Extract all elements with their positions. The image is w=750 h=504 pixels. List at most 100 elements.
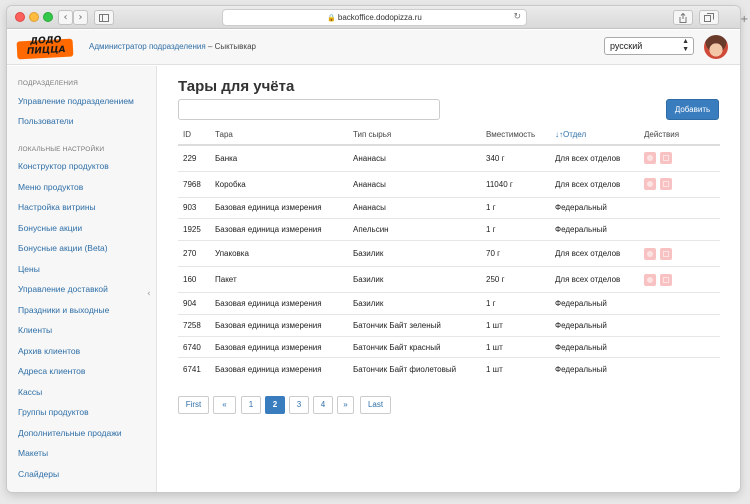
cell-tare: Пакет (210, 266, 348, 293)
cell-capacity: 1 шт (481, 313, 550, 337)
page-next-button[interactable]: » (337, 396, 354, 414)
logo-text: ДОДО ПИЦЦА (19, 35, 74, 58)
cell-tare: Коробка (210, 170, 348, 197)
page-prev-button[interactable]: « (213, 396, 236, 414)
cell-dept: Для всех отделов (550, 240, 639, 267)
tare-table: ID Тара Тип сырья Вместимость ↓↑Отдел Де… (178, 124, 720, 380)
column-header-tare: Тара (210, 124, 348, 146)
sidebar-item-unit-management[interactable]: Управление подразделением (18, 96, 134, 106)
table-row: 7968 Коробка Ананасы 11040 г Для всех отдело… (178, 170, 720, 197)
sidebar-item-users[interactable]: Пользователи (18, 116, 73, 126)
language-select[interactable]: русский ▲ ▼ (604, 37, 694, 55)
cell-dept: Федеральный (550, 313, 639, 337)
address-bar[interactable]: 🔒 backoffice.dodopizza.ru ↻ (222, 9, 527, 26)
table-row: 229 Банка Ананасы 340 г Для всех отделов (178, 144, 720, 171)
sidebar-item-client-archive[interactable]: Архив клиентов (18, 346, 80, 356)
sidebar-section-local-settings: ЛОКАЛЬНЫЕ НАСТРОЙКИ (18, 146, 105, 153)
cell-type: Ананасы (348, 196, 481, 219)
sidebar-item-bonus-beta[interactable]: Бонусные акции (Beta) (18, 243, 108, 253)
cell-capacity: 70 г (481, 240, 550, 267)
table-row: 1925 Базовая единица измерения Апельсин 1 г… (178, 218, 720, 241)
zoom-window-icon[interactable] (43, 12, 53, 22)
sidebar: ПОДРАЗДЕЛЕНИЯ Управление подразделением … (7, 66, 157, 492)
page-first-button[interactable]: First (178, 396, 209, 414)
add-button[interactable]: Добавить (666, 99, 719, 120)
page-title: Тары для учёта (178, 78, 295, 95)
cell-actions (639, 313, 720, 337)
new-tab-icon[interactable]: + (740, 14, 748, 25)
cell-capacity: 1 г (481, 196, 550, 219)
sidebar-item-extra-sales[interactable]: Дополнительные продажи (18, 428, 122, 438)
collapse-sidebar-icon[interactable]: ‹ (147, 289, 151, 299)
sidebar-item-product-constructor[interactable]: Конструктор продуктов (18, 161, 109, 171)
page-button-3[interactable]: 3 (289, 396, 309, 414)
forward-icon: › (78, 12, 83, 23)
delete-icon[interactable] (660, 247, 672, 260)
edit-icon[interactable] (644, 152, 656, 165)
forward-button[interactable]: › (73, 10, 88, 25)
sidebar-item-product-menu[interactable]: Меню продуктов (18, 182, 83, 192)
dodo-pizza-logo[interactable]: ДОДО ПИЦЦА (16, 35, 74, 60)
cell-tare: Базовая единица измерения (210, 357, 348, 380)
column-header-capacity: Вместимость (481, 124, 550, 146)
page-last-button[interactable]: Last (360, 396, 391, 414)
back-button[interactable]: ‹ (58, 10, 73, 25)
delete-icon[interactable] (660, 152, 672, 165)
edit-icon[interactable] (644, 273, 656, 286)
search-input[interactable] (178, 99, 440, 120)
sidebar-item-product-groups[interactable]: Группы продуктов (18, 407, 89, 417)
sidebar-item-clients[interactable]: Клиенты (18, 325, 52, 335)
close-window-icon[interactable] (15, 12, 25, 22)
cell-dept: Федеральный (550, 218, 639, 241)
sidebar-item-delivery[interactable]: Управление доставкой (18, 284, 108, 294)
page-button-1[interactable]: 1 (241, 396, 261, 414)
sidebar-item-showcase[interactable]: Настройка витрины (18, 202, 96, 212)
unit-city: Сыктывкар (214, 42, 256, 51)
page-button-2[interactable]: 2 (265, 396, 285, 414)
cell-tare: Базовая единица измерения (210, 196, 348, 219)
user-avatar[interactable] (704, 35, 728, 59)
cell-type: Батончик Байт зеленый (348, 313, 481, 337)
share-button[interactable] (673, 10, 693, 25)
column-header-type: Тип сырья (348, 124, 481, 146)
cell-dept: Для всех отделов (550, 266, 639, 293)
edit-icon[interactable] (644, 178, 656, 190)
sidebar-item-prices[interactable]: Цены (18, 264, 40, 274)
tabs-icon (704, 13, 714, 22)
cell-actions (639, 266, 720, 293)
cell-capacity: 1 шт (481, 335, 550, 358)
cell-id: 7258 (178, 313, 210, 337)
sidebar-item-holidays[interactable]: Праздники и выходные (18, 305, 109, 315)
sidebar-item-layouts[interactable]: Макеты (18, 448, 48, 458)
cell-tare: Упаковка (210, 240, 348, 267)
delete-icon[interactable] (660, 178, 672, 190)
reload-icon[interactable]: ↻ (513, 10, 521, 25)
browser-titlebar: ‹ › 🔒 backoffice.dodopizza.ru ↻ (7, 6, 740, 29)
sidebar-item-client-addresses[interactable]: Адреса клиентов (18, 366, 85, 376)
sidebar-toggle-button[interactable] (94, 10, 114, 25)
share-icon (679, 12, 687, 23)
app-header: ДОДО ПИЦЦА Администратор подразделения –… (7, 30, 740, 65)
cell-capacity: 250 г (481, 266, 550, 293)
unit-selector-link[interactable]: Администратор подразделения – Сыктывкар (89, 42, 256, 51)
cell-id: 229 (178, 144, 210, 171)
sidebar-item-sliders[interactable]: Слайдеры (18, 469, 59, 479)
column-header-department-sort[interactable]: ↓↑Отдел (550, 124, 639, 146)
url-text: backoffice.dodopizza.ru (337, 13, 422, 22)
cell-dept: Федеральный (550, 357, 639, 380)
back-icon: ‹ (63, 12, 68, 23)
cell-id: 1925 (178, 218, 210, 241)
minimize-window-icon[interactable] (29, 12, 39, 22)
delete-icon[interactable] (660, 273, 672, 286)
cell-id: 903 (178, 196, 210, 219)
cell-tare: Базовая единица измерения (210, 218, 348, 241)
table-header-row: ID Тара Тип сырья Вместимость ↓↑Отдел Де… (178, 124, 720, 146)
select-arrows-icon: ▲ ▼ (682, 38, 689, 53)
lock-icon: 🔒 (327, 15, 336, 22)
tabs-overview-button[interactable] (699, 10, 719, 25)
page-button-4[interactable]: 4 (313, 396, 333, 414)
edit-icon[interactable] (644, 247, 656, 260)
sidebar-item-cash-desks[interactable]: Кассы (18, 387, 42, 397)
cell-tare: Базовая единица измерения (210, 292, 348, 315)
sidebar-item-bonus[interactable]: Бонусные акции (18, 223, 82, 233)
